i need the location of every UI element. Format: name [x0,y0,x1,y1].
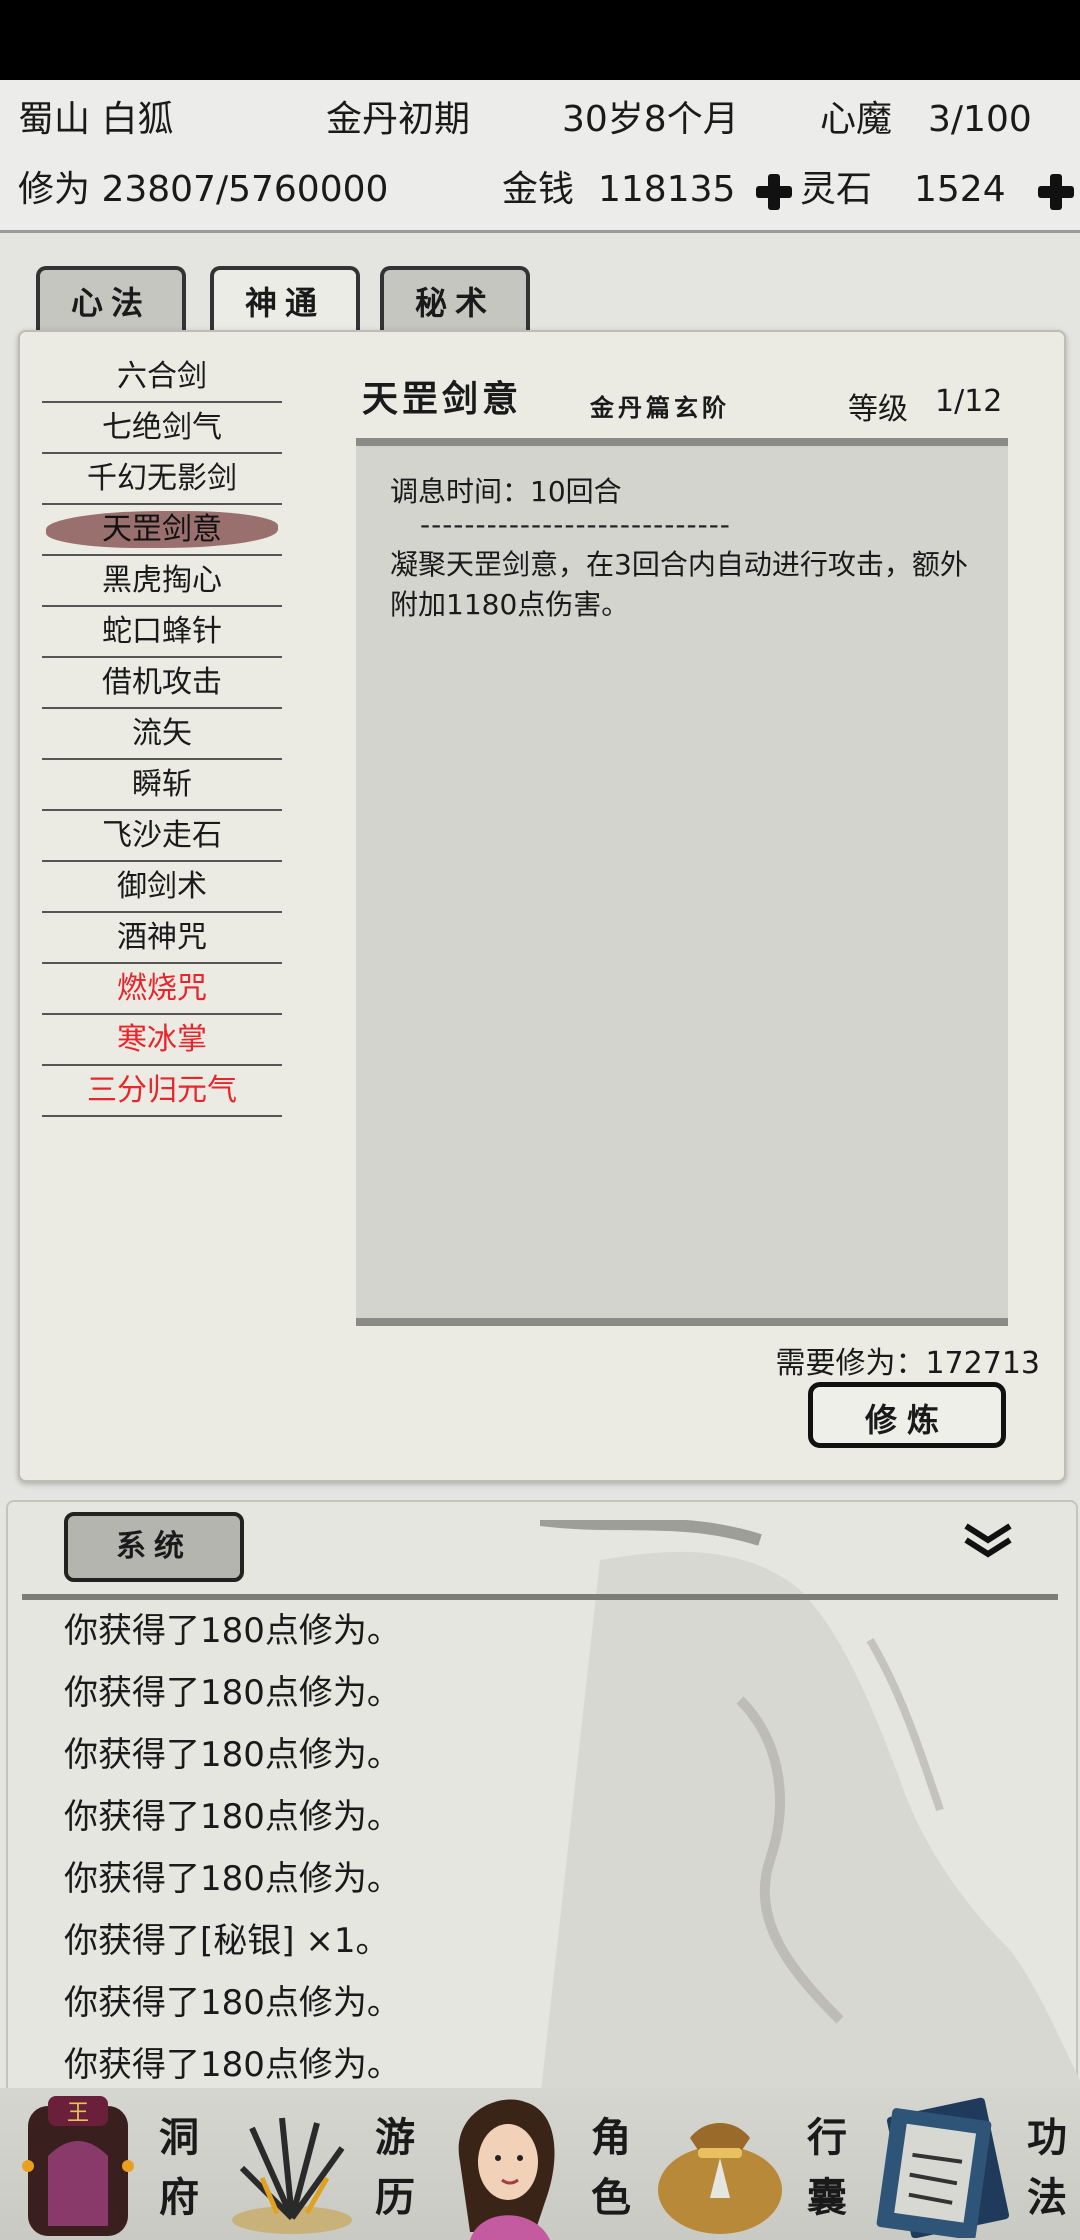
system-message: 你获得了[秘银] ×1。 [64,1921,390,1961]
skill-item-label: 蛇口蜂针 [102,614,222,649]
skill-item-label: 御剑术 [117,869,207,904]
status-bar [0,0,1080,80]
skill-item[interactable]: 瞬斩 [42,760,282,811]
system-message: 你获得了180点修为。 [64,2045,401,2085]
skill-item[interactable]: 六合剑 [42,352,282,403]
cultivation-value: 修为 23807/5760000 [18,169,389,210]
skill-item-label: 七绝剑气 [102,410,222,445]
skill-item[interactable]: 天罡剑意 [42,505,282,556]
demon-label: 心魔 [820,99,893,140]
skill-item[interactable]: 七绝剑气 [42,403,282,454]
player-header: 蜀山 白狐 金丹初期 30岁8个月 心魔 3/100 修为 23807/5760… [0,80,1080,233]
travel-bag-icon [658,2123,782,2234]
skill-item[interactable]: 御剑术 [42,862,282,913]
money-label: 金钱 [502,169,575,210]
system-message: 你获得了180点修为。 [64,1673,401,1713]
system-message: 你获得了180点修为。 [64,1735,401,1775]
skill-item-label: 寒冰掌 [117,1022,207,1057]
skill-item[interactable]: 寒冰掌 [42,1015,282,1066]
character-portrait-icon [458,2099,555,2240]
skill-item-label: 瞬斩 [132,767,192,802]
skill-level-value: 1/12 [935,384,1003,419]
required-cultivation: 需要修为：172713 [775,1346,1040,1381]
skill-item[interactable]: 蛇口蜂针 [42,607,282,658]
ink-mountain-background [540,1520,1080,2100]
description-divider: ---------------------------- [420,508,731,541]
spirit-stone-value: 1524 [914,169,1006,210]
skill-list: 六合剑七绝剑气千幻无影剑天罡剑意黑虎掏心蛇口蜂针借机攻击流矢瞬斩飞沙走石御剑术酒… [42,352,282,1117]
skill-item-label: 千幻无影剑 [87,461,237,496]
rest-time: 调息时间：10回合 [390,475,622,508]
system-tab[interactable]: 系统 [64,1512,244,1582]
skill-item[interactable]: 燃烧咒 [42,964,282,1015]
svg-text:王: 王 [67,2101,89,2126]
system-message: 你获得了180点修为。 [64,1797,401,1837]
add-spirit-stone-plus-icon[interactable] [1036,172,1076,212]
nav-dongfu-label: 洞府 [159,2114,199,2221]
nav-juese-label: 角色 [591,2114,631,2221]
skill-item[interactable]: 酒神咒 [42,913,282,964]
train-button[interactable]: 修炼 [808,1382,1006,1448]
player-realm: 金丹初期 [326,99,471,140]
skill-item[interactable]: 流矢 [42,709,282,760]
skill-item[interactable]: 千幻无影剑 [42,454,282,505]
skill-description: 凝聚天罡剑意，在3回合内自动进行攻击，额外附加1180点伤害。 [390,548,968,621]
wandering-grass-icon [232,2117,352,2234]
skill-item[interactable]: 飞沙走石 [42,811,282,862]
demon-value: 3/100 [928,99,1032,140]
double-chevron-down-icon[interactable] [962,1520,1014,1560]
skill-item-label: 借机攻击 [102,665,222,700]
nav-xingnang-label: 行囊 [807,2114,847,2221]
skill-item-label: 飞沙走石 [102,818,222,853]
skill-item-label: 燃烧咒 [117,971,207,1006]
bottom-navigation: 王 洞府 游历 角色 行囊 功法 [0,2088,1080,2240]
nav-youli-label: 游历 [375,2114,415,2221]
skill-item-label: 三分归元气 [87,1073,237,1108]
add-money-plus-icon[interactable] [754,172,794,212]
skill-item[interactable]: 借机攻击 [42,658,282,709]
skill-subtitle: 金丹篇玄阶 [590,393,730,422]
cave-dwelling-icon: 王 [22,2096,134,2236]
skill-item[interactable]: 三分归元气 [42,1066,282,1117]
system-message: 你获得了180点修为。 [64,1611,401,1651]
nav-gongfa-label: 功法 [1027,2114,1067,2221]
skill-item-label: 流矢 [132,716,192,751]
system-messages: 你获得了180点修为。 你获得了180点修为。 你获得了180点修为。 你获得了… [64,1600,401,2096]
money-value: 118135 [598,169,736,210]
tab-mishu[interactable]: 秘术 [380,266,530,332]
technique-book-icon [876,2097,1010,2238]
skill-item-label: 六合剑 [117,359,207,394]
player-age: 30岁8个月 [562,99,739,140]
skill-level-label: 等级 [848,392,908,427]
system-message: 你获得了180点修为。 [64,1859,401,1899]
spirit-stone-label: 灵石 [800,169,873,210]
system-message: 你获得了180点修为。 [64,1983,401,2023]
skill-item-label: 酒神咒 [117,920,207,955]
skill-item[interactable]: 黑虎掏心 [42,556,282,607]
skill-title: 天罡剑意 [362,378,523,420]
tab-shentong[interactable]: 神通 [210,266,360,332]
player-name: 蜀山 白狐 [18,99,174,140]
skill-item-label: 黑虎掏心 [102,563,222,598]
tab-xinfa[interactable]: 心法 [36,266,186,332]
skill-item-label: 天罡剑意 [102,512,222,547]
